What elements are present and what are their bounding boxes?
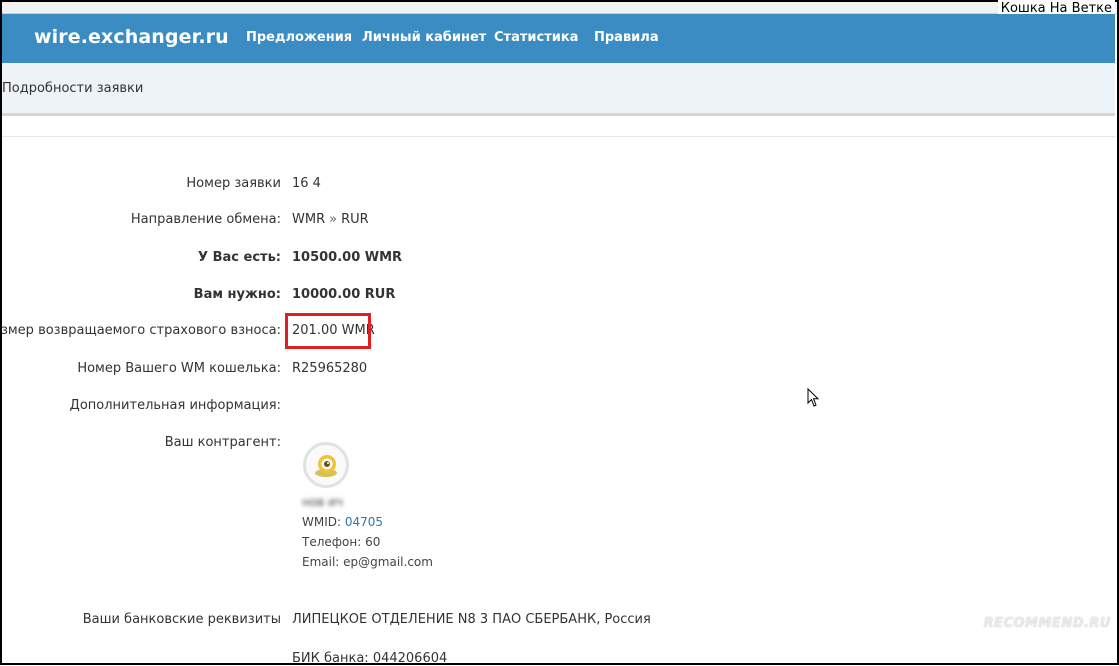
divider (2, 136, 1115, 137)
mouse-cursor-icon (807, 388, 820, 407)
wallet-label: Номер Вашего WM кошелька: (77, 361, 281, 376)
deposit-label: Размер возвращаемого страхового взноса: (0, 323, 281, 338)
top-navbar: wire.exchanger.ru Предложения Личный каб… (2, 14, 1115, 63)
watermark: RECOMMEND.RU (983, 616, 1111, 631)
counterparty-label: Ваш контрагент: (164, 435, 281, 450)
bank-label: Ваши банковские реквизиты (82, 612, 281, 627)
direction-from: WMR (292, 212, 326, 227)
email-value: ep@gmail.com (343, 555, 433, 569)
nav-offers[interactable]: Предложения (246, 30, 352, 45)
order-number-label: Номер заявки (186, 176, 281, 191)
wallet-value: R25965280 (292, 361, 368, 376)
order-number-value: 16 4 (292, 176, 321, 191)
need-label: Вам нужно: (193, 287, 281, 302)
extra-info-label: Дополнительная информация: (69, 398, 281, 413)
counterparty-name-text: нов ич (302, 495, 343, 509)
direction-value: WMR» RUR (292, 212, 369, 227)
webmoney-icon (315, 455, 337, 477)
counterparty-email: Email: ep@gmail.com (302, 555, 433, 569)
counterparty-avatar[interactable] (303, 442, 349, 488)
direction-sep: » (329, 212, 338, 227)
browser-strip (2, 2, 1117, 14)
site-brand[interactable]: wire.exchanger.ru (34, 26, 229, 48)
page-title: Подробности заявки (2, 81, 144, 96)
counterparty-wmid: WMID: 04705 (302, 515, 383, 529)
phone-label: Телефон: (302, 535, 362, 549)
wmid-label: WMID: (302, 515, 342, 529)
page-header: Подробности заявки (2, 63, 1115, 116)
bank-bik: БИК банка: 044206604 (292, 651, 448, 666)
need-value: 10000.00 RUR (292, 287, 396, 302)
direction-label: Направление обмена: (130, 212, 281, 227)
highlight-box (285, 313, 371, 349)
nav-statistics[interactable]: Статистика (494, 30, 578, 45)
wmid-link[interactable]: 04705 (345, 515, 383, 529)
have-value: 10500.00 WMR (292, 250, 403, 265)
have-label: У Вас есть: (198, 250, 281, 265)
counterparty-phone: Телефон: 60 (302, 535, 380, 549)
counterparty-name: нов ич (302, 495, 343, 509)
phone-value: 60 (365, 535, 381, 549)
bank-value: ЛИПЕЦКОЕ ОТДЕЛЕНИЕ N8 3 ПАО СБЕРБАНК, Ро… (292, 612, 651, 627)
direction-to: RUR (341, 212, 369, 227)
email-label: Email: (302, 555, 340, 569)
nav-rules[interactable]: Правила (594, 30, 659, 45)
nav-account[interactable]: Личный кабинет (362, 30, 486, 45)
